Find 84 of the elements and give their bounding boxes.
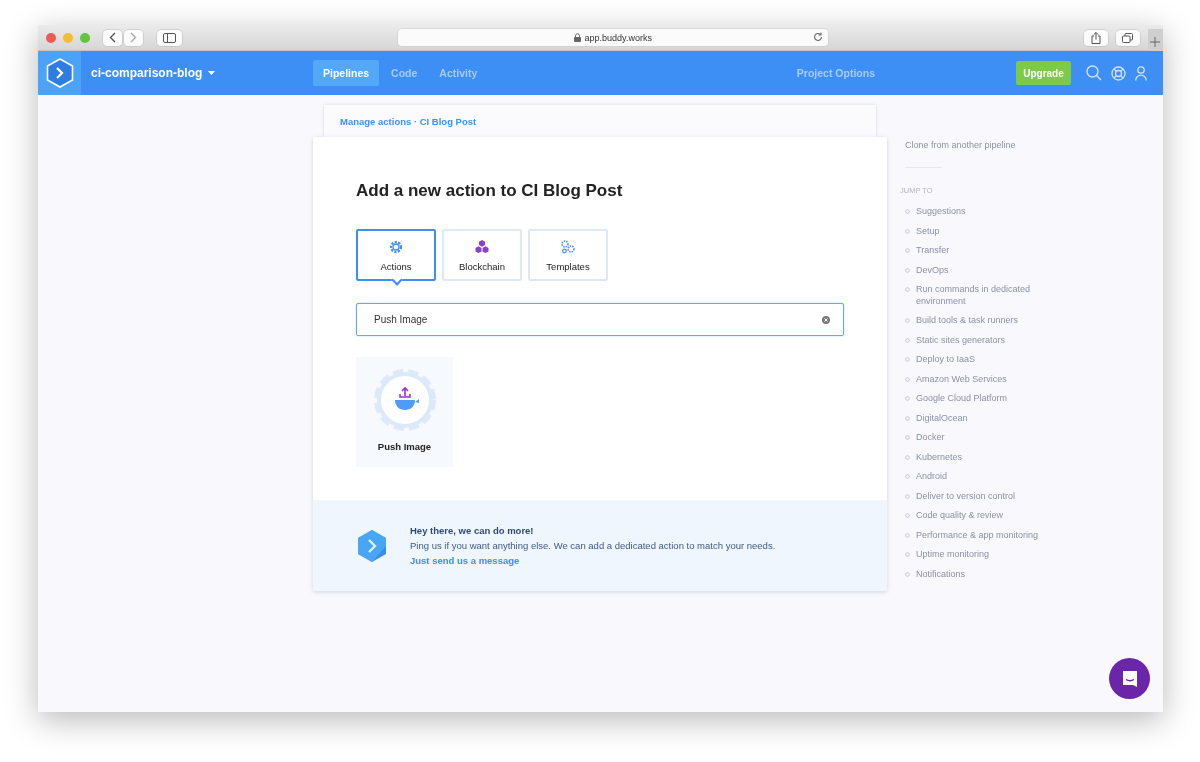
cubes-icon (474, 238, 490, 255)
back-button[interactable] (103, 29, 122, 46)
promo-title: Hey there, we can do more! (410, 525, 535, 536)
jump-link[interactable]: Suggestions (916, 206, 1076, 218)
chevron-left-icon (109, 32, 116, 43)
clear-icon[interactable] (822, 316, 830, 324)
tabs-icon (1122, 32, 1134, 43)
url-text: app.buddy.works (584, 32, 652, 43)
bullet-icon (905, 513, 910, 518)
bullet-icon (905, 267, 910, 273)
jump-link[interactable]: Setup (916, 225, 1076, 237)
project-options-link[interactable]: Project Options (796, 67, 875, 79)
jump-link[interactable]: Performance & app monitoring (916, 529, 1076, 541)
bullet-icon (905, 435, 910, 440)
jump-link[interactable]: Deploy to IaaS (916, 354, 1076, 366)
category-tab[interactable]: Templates (528, 229, 608, 281)
nav-tab[interactable]: Pipelines (313, 60, 380, 86)
share-icon (1090, 31, 1101, 44)
bullet-icon (905, 474, 910, 479)
lifebuoy-icon[interactable] (1111, 65, 1126, 81)
chevron-right-icon (130, 32, 137, 43)
plus-icon (1150, 36, 1161, 47)
jump-link[interactable]: DevOps (916, 264, 1076, 276)
bullet-icon (905, 376, 910, 382)
bullet-icon (905, 552, 910, 557)
search-icon[interactable] (1086, 65, 1102, 81)
jump-link[interactable]: Code quality & review (916, 510, 1076, 522)
tabs-button[interactable] (1115, 29, 1140, 46)
upgrade-button[interactable]: Upgrade (1016, 61, 1071, 85)
bullet-icon (905, 318, 910, 323)
jump-link[interactable]: Docker (916, 432, 1076, 444)
jump-link[interactable]: Amazon Web Services (916, 373, 1076, 385)
user-icon[interactable] (1135, 65, 1147, 81)
jump-link[interactable]: Kubernetes (916, 451, 1076, 463)
chat-bubble-icon (1120, 669, 1139, 688)
bullet-icon (905, 248, 910, 253)
hexagon-logo-icon (45, 58, 74, 88)
bullet-icon (905, 228, 910, 234)
address-bar[interactable]: app.buddy.works (397, 29, 828, 46)
docker-push-gear-icon (372, 368, 437, 432)
jump-link[interactable]: Uptime monitoring (916, 549, 1076, 561)
jump-link[interactable]: Notifications (916, 568, 1076, 580)
hexagon-logo-icon (357, 528, 387, 563)
window-control[interactable] (46, 32, 56, 43)
bullet-icon (905, 571, 910, 577)
jump-link[interactable]: Run commands in dedicated environment (916, 284, 1076, 307)
window-control[interactable] (63, 32, 73, 43)
message-link[interactable]: Just send us a message (410, 555, 776, 566)
jump-link[interactable]: Google Cloud Platform (916, 393, 1076, 405)
bullet-icon (905, 415, 910, 421)
bullet-icon (905, 493, 910, 499)
lock-icon (573, 33, 581, 42)
sidebar-icon (162, 32, 176, 43)
share-button[interactable] (1083, 29, 1108, 46)
nav-tab[interactable]: Code (381, 60, 428, 86)
jump-link[interactable]: Android (916, 471, 1076, 483)
caret-icon (208, 71, 216, 75)
chat-button[interactable] (1109, 658, 1150, 699)
bullet-icon (905, 396, 910, 401)
clone-link[interactable]: Clone from another pipeline (905, 140, 1087, 150)
project-dropdown[interactable]: ci-comparison-blog (91, 66, 313, 80)
promo-text: Ping us if you want anything else. We can add a dedicated action to match your needs. (410, 540, 776, 551)
gears-icon (560, 238, 576, 255)
jump-link[interactable]: Transfer (916, 245, 1076, 257)
nav-tab[interactable]: Activity (429, 60, 488, 86)
jump-link[interactable]: Static sites generators (916, 334, 1076, 346)
bullet-icon (905, 454, 910, 460)
page-heading: Add a new action to CI Blog Post (356, 181, 624, 201)
bullet-icon (905, 287, 910, 292)
jump-link[interactable]: Deliver to version control (916, 490, 1076, 502)
jump-link[interactable]: DigitalOcean (916, 412, 1076, 424)
reload-icon (812, 32, 823, 42)
bullet-icon (905, 337, 910, 343)
breadcrumb-link[interactable]: Manage actions · CI Blog Post (340, 115, 477, 127)
bullet-icon (905, 532, 910, 538)
sidebar-button[interactable] (157, 29, 182, 46)
action-tile[interactable]: Push Image (356, 357, 453, 467)
jump-link[interactable]: Build tools & task runners (916, 315, 1076, 327)
search-field[interactable]: Push Image (356, 303, 844, 336)
window-control[interactable] (80, 32, 90, 43)
category-tab[interactable]: Blockchain (442, 229, 522, 281)
bullet-icon (905, 357, 910, 362)
gear-icon (388, 238, 404, 255)
bullet-icon (905, 209, 910, 214)
